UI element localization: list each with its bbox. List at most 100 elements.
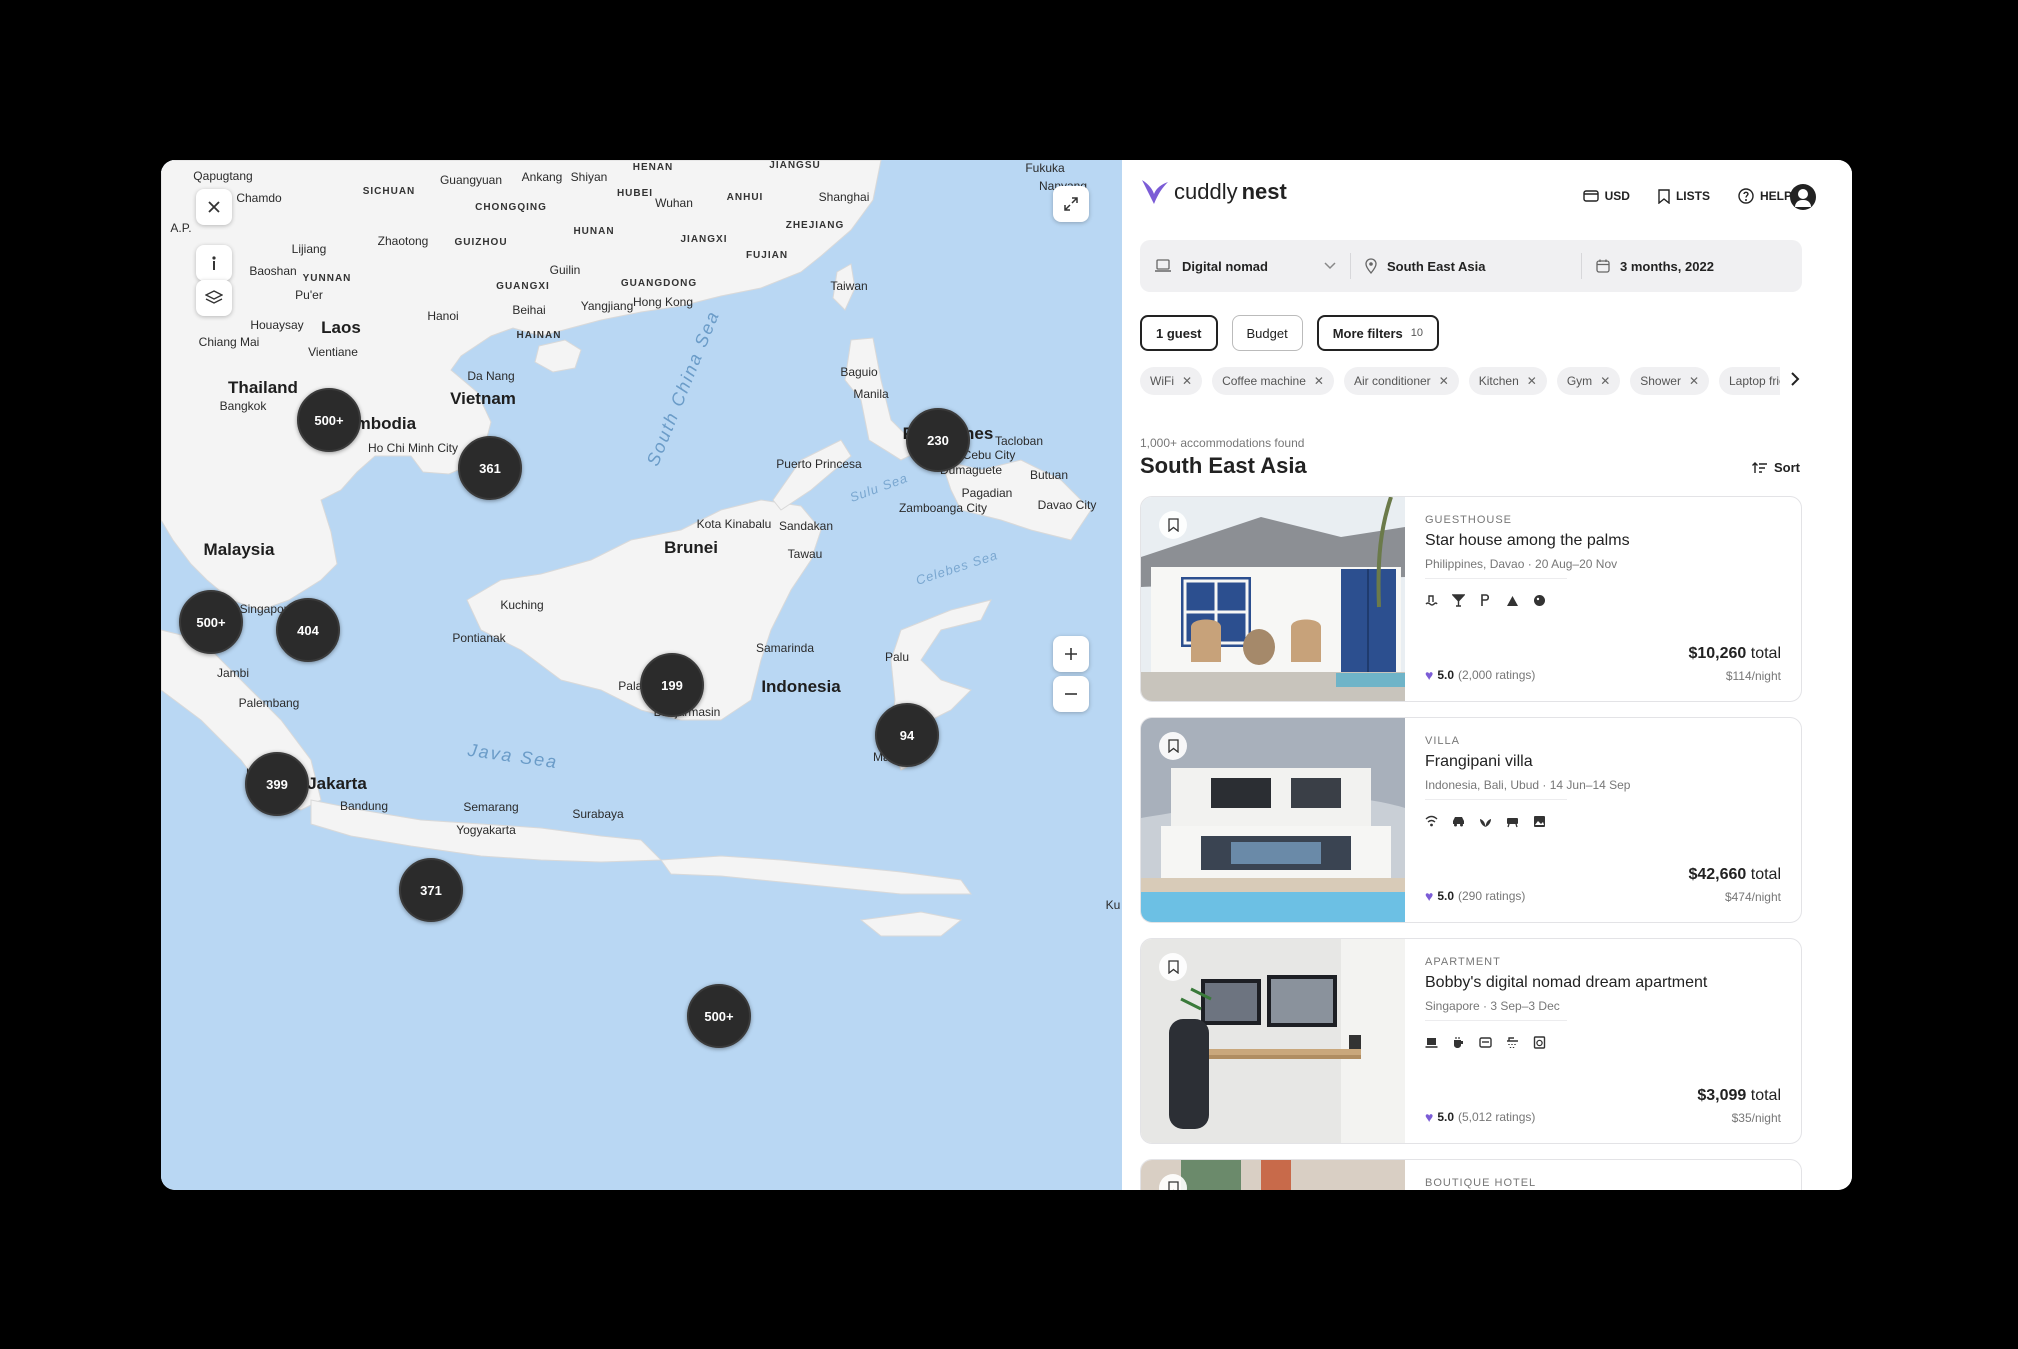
map-cluster-marker[interactable]: 371	[399, 858, 463, 922]
zoom-out-button[interactable]	[1053, 676, 1089, 712]
map-place-label: Semarang	[463, 800, 519, 814]
top-nav: USD LISTS HELP	[1582, 188, 1792, 204]
map-cluster-marker[interactable]: 500+	[687, 984, 751, 1048]
map-place-label: GUANGXI	[496, 281, 550, 292]
map-cluster-marker[interactable]: 94	[875, 703, 939, 767]
listing-name[interactable]: Frangipani villa	[1425, 753, 1533, 771]
zoom-in-button[interactable]	[1053, 636, 1089, 672]
ratings-count: (5,012 ratings)	[1458, 1110, 1536, 1124]
map-place-label: Yangjiang	[580, 299, 634, 313]
map-place-label: Da Nang	[467, 369, 515, 383]
price-per-night: $114/night	[1725, 669, 1781, 683]
currency-button[interactable]: USD	[1582, 188, 1630, 204]
save-listing-button[interactable]	[1159, 511, 1187, 539]
divider	[1425, 578, 1567, 579]
map-place-label: Fukuka	[1025, 161, 1065, 175]
remove-chip-icon[interactable]: ✕	[1182, 374, 1192, 388]
expand-icon	[1064, 197, 1078, 211]
map-cluster-marker[interactable]: 199	[640, 653, 704, 717]
amenity-chip[interactable]: Coffee machine ✕	[1212, 367, 1334, 395]
amenity-chip[interactable]: Laptop friendly✕	[1719, 367, 1780, 395]
total-price: $3,099	[1697, 1087, 1747, 1104]
listing-card[interactable]: APARTMENT Bobby's digital nomad dream ap…	[1140, 938, 1802, 1144]
map-place-label: Hanoi	[427, 309, 459, 323]
map-place-label: Pagadian	[961, 486, 1013, 500]
save-listing-button[interactable]	[1159, 953, 1187, 981]
map-cluster-marker[interactable]: 399	[245, 752, 309, 816]
bookmark-icon	[1167, 1181, 1179, 1190]
listing-photo[interactable]	[1141, 497, 1405, 701]
listing-total: $3,099 total	[1697, 1087, 1781, 1105]
app-window: Qapugtang Chamdo SICHUAN Guangyuan Ankang Shi…	[161, 160, 1852, 1190]
chips-scroll-right-button[interactable]	[1790, 370, 1800, 391]
map-place-label: Guangyuan	[439, 173, 503, 187]
amenity-icons	[1425, 815, 1546, 828]
pet-friendly-icon	[1534, 595, 1545, 606]
wallet-icon	[1582, 190, 1599, 202]
map-place-label: Ku	[1105, 898, 1121, 912]
amenity-chip[interactable]: Shower ✕	[1630, 367, 1709, 395]
sort-label: Sort	[1774, 460, 1800, 475]
amenity-chip[interactable]: Kitchen ✕	[1468, 367, 1547, 395]
remove-chip-icon[interactable]: ✕	[1439, 374, 1449, 388]
remove-chip-icon[interactable]: ✕	[1600, 374, 1610, 388]
remove-chip-icon[interactable]: ✕	[1689, 374, 1699, 388]
gallery-icon	[1534, 816, 1545, 827]
info-icon	[212, 256, 216, 270]
guests-filter-button[interactable]: 1 guest	[1140, 315, 1218, 351]
price-per-night: $474/night	[1724, 890, 1781, 904]
help-button[interactable]: HELP	[1738, 188, 1792, 204]
more-filters-button[interactable]: More filters 10	[1316, 315, 1440, 351]
map-cluster-marker[interactable]: 230	[906, 408, 970, 472]
map-place-label: Malaysia	[203, 540, 275, 559]
dates-value: 3 months, 2022	[1620, 258, 1714, 274]
heart-icon: ♥	[1425, 1109, 1434, 1125]
amenity-chip-label: Coffee machine	[1222, 374, 1306, 388]
listing-card[interactable]: VILLA Frangipani villa Indonesia, Bali, …	[1140, 717, 1802, 923]
listing-card[interactable]: BOUTIQUE HOTEL	[1140, 1159, 1802, 1190]
budget-filter-button[interactable]: Budget	[1231, 315, 1303, 351]
listing-photo[interactable]	[1141, 939, 1405, 1143]
amenity-chip[interactable]: Gym ✕	[1556, 367, 1621, 395]
listing-photo[interactable]	[1141, 718, 1405, 922]
amenity-icons	[1425, 594, 1546, 607]
map-view[interactable]: Qapugtang Chamdo SICHUAN Guangyuan Ankang Shi…	[161, 160, 1122, 1190]
amenity-chip[interactable]: Air conditioner ✕	[1343, 367, 1459, 395]
map-place-label: Palembang	[238, 696, 300, 710]
car-icon	[1453, 817, 1464, 827]
location-field[interactable]: South East Asia	[1351, 240, 1581, 292]
map-layers-button[interactable]	[196, 280, 232, 316]
map-place-label: GUIZHOU	[454, 237, 508, 248]
save-listing-button[interactable]	[1159, 732, 1187, 760]
amenity-chip-label: Gym	[1566, 374, 1593, 388]
sort-button[interactable]: Sort	[1752, 460, 1800, 475]
listing-name[interactable]: Star house among the palms	[1425, 532, 1630, 550]
close-map-button[interactable]	[196, 189, 232, 225]
map-place-label: Bangkok	[219, 399, 267, 413]
remove-chip-icon[interactable]: ✕	[1527, 374, 1537, 388]
map-cluster-marker[interactable]: 500+	[297, 388, 361, 452]
ratings-count: (2,000 ratings)	[1458, 668, 1536, 682]
fullscreen-button[interactable]	[1053, 186, 1089, 222]
bookmark-icon	[1167, 739, 1179, 753]
guests-label: 1 guest	[1156, 325, 1202, 341]
rating-value: 5.0	[1437, 889, 1454, 903]
remove-chip-icon[interactable]: ✕	[1314, 374, 1324, 388]
purpose-select[interactable]: Digital nomad	[1140, 240, 1350, 292]
total-suffix: total	[1746, 1087, 1781, 1104]
map-cluster-marker[interactable]: 404	[276, 598, 340, 662]
brand-logo[interactable]: cuddly nest	[1140, 178, 1287, 206]
map-place-label: HAINAN	[516, 330, 562, 341]
dates-field[interactable]: 3 months, 2022	[1582, 240, 1802, 292]
listing-name[interactable]: Bobby's digital nomad dream apartment	[1425, 974, 1707, 992]
lists-button[interactable]: LISTS	[1658, 188, 1710, 204]
map-place-label: Ho Chi Minh City	[367, 441, 459, 455]
map-cluster-marker[interactable]: 361	[458, 436, 522, 500]
listing-card[interactable]: GUESTHOUSE Star house among the palms Ph…	[1140, 496, 1802, 702]
user-avatar-icon[interactable]	[1790, 184, 1816, 210]
amenity-chip[interactable]: WiFi ✕	[1140, 367, 1203, 395]
map-info-button[interactable]	[196, 245, 232, 281]
map-cluster-marker[interactable]: 500+	[179, 590, 243, 654]
chevron-right-icon	[1791, 372, 1800, 386]
listing-photo[interactable]	[1141, 1160, 1405, 1190]
